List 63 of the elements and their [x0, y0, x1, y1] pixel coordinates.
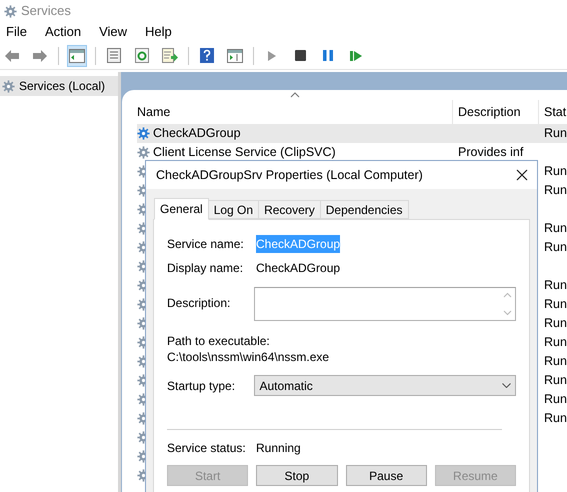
service-name-value: CheckADGroup [256, 235, 340, 253]
tab[interactable]: Recovery [258, 200, 321, 219]
service-description: Provides inf [458, 145, 524, 160]
window-icon [227, 48, 243, 62]
service-status: Run [544, 335, 567, 350]
stop-icon [294, 50, 306, 61]
service-status: Run [544, 240, 567, 254]
tree-item[interactable]: Services (Local) [0, 76, 118, 96]
window-title: Services [21, 2, 71, 20]
field-label: Service status: [167, 440, 247, 457]
dialog-title: CheckADGroupSrv Properties (Local Computer) [156, 166, 423, 184]
service-status-value: Running [256, 440, 301, 457]
chevron-down-icon [502, 383, 511, 388]
tab[interactable]: General [154, 198, 209, 220]
service-status: Run [544, 316, 567, 330]
menu-item[interactable]: Help [145, 22, 172, 42]
service-name: CheckADGroup [153, 125, 241, 142]
menu-item[interactable]: Action [44, 22, 82, 42]
service-button[interactable]: Pause [346, 465, 427, 486]
pause-icon [323, 50, 333, 61]
service-name: Client License Service (ClipSVC) [153, 144, 336, 162]
sort-caret-icon [290, 92, 300, 98]
tab[interactable]: Dependencies [320, 200, 408, 219]
field-label: Description: [167, 295, 232, 312]
service-status: Run [544, 183, 567, 198]
gear-icon [137, 146, 150, 159]
service-status: Run [544, 126, 567, 140]
forward-arrow-icon [32, 48, 48, 62]
service-status: Run [544, 411, 567, 426]
back-arrow-icon [4, 48, 20, 62]
help-icon [200, 48, 214, 63]
tab[interactable]: Log On [208, 200, 260, 219]
display-name-value: CheckADGroup [256, 260, 340, 277]
path-value: C:\tools\nssm\win64\nssm.exe [167, 349, 330, 365]
service-status: Run [544, 297, 567, 312]
export-icon [162, 48, 178, 63]
field-label: Path to executable: [167, 333, 271, 349]
panel-icon [69, 48, 85, 62]
menu-item[interactable]: View [99, 22, 128, 42]
resume-icon [350, 50, 362, 62]
service-row[interactable]: CheckADGroup Run [137, 124, 567, 143]
field-label: Startup type: [167, 378, 236, 394]
description-field[interactable] [254, 287, 516, 321]
service-row[interactable]: Client License Service (ClipSVC) Provides inf [137, 143, 567, 162]
service-status: Run [544, 221, 567, 236]
menu-item[interactable]: File [6, 22, 27, 42]
gear-icon [137, 127, 150, 140]
service-status: Run [544, 164, 567, 178]
service-status: Run [544, 278, 567, 292]
column-header[interactable]: Stat [539, 100, 567, 124]
service-status: Run [544, 392, 567, 406]
service-status: Run [544, 373, 567, 388]
refresh-icon [135, 48, 149, 63]
document-icon [107, 48, 121, 63]
gear-icon [2, 80, 15, 92]
service-status: Run [544, 354, 567, 368]
close-icon [516, 169, 528, 181]
gear-icon [4, 4, 17, 18]
startup-type-dropdown[interactable]: Automatic [254, 375, 516, 396]
service-button[interactable]: Stop [256, 465, 338, 486]
play-icon [267, 50, 277, 62]
field-label: Service name: [167, 236, 245, 253]
field-label: Display name: [167, 260, 244, 277]
